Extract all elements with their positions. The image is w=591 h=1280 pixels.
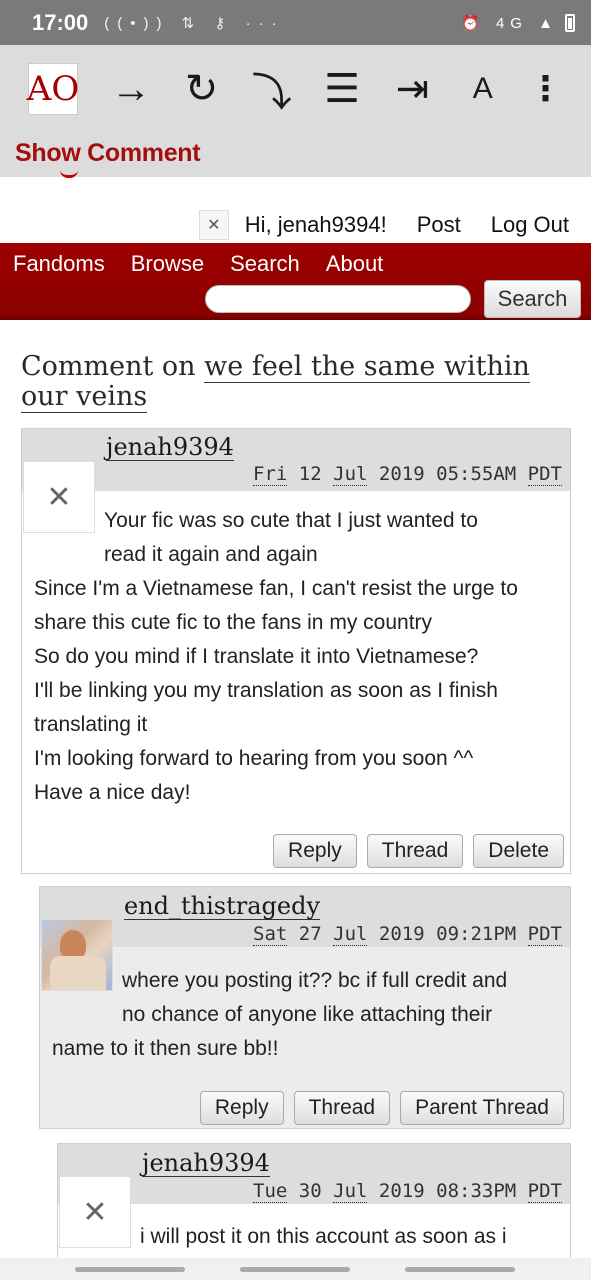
user-nav: ✕ Hi, jenah9394! Post Log Out (0, 205, 591, 245)
comment-line: translating it (34, 713, 148, 736)
nav-browse[interactable]: Browse (131, 251, 204, 277)
forward-arrow-icon[interactable]: → (96, 59, 166, 119)
comment-line: share this cute fic to the fans in my co… (34, 611, 433, 634)
comment-username[interactable]: end_thistragedy (124, 893, 321, 920)
system-icons: ⏰ 4G ▲ (461, 13, 575, 32)
date-date: 27 (298, 923, 322, 945)
greeting-link[interactable]: Hi, jenah9394! (245, 212, 387, 238)
avatar-icon[interactable]: ✕ (59, 1176, 131, 1248)
date-month: Jul (333, 923, 368, 946)
comment-line: I'll be linking you my translation as so… (34, 679, 498, 702)
date-month: Jul (333, 1180, 368, 1203)
date-year: 2019 (378, 463, 425, 485)
date-year: 2019 (378, 1180, 425, 1202)
nav-about[interactable]: About (326, 251, 384, 277)
nav-search[interactable]: Search (230, 251, 300, 277)
comment: end_thistragedy Sat 27 Jul 2019 09:21PM … (39, 886, 571, 1129)
comment-line: i will post it on this account as soon a… (140, 1225, 507, 1248)
comment-line: So do you mind if I translate it into Vi… (34, 645, 479, 668)
show-comment-button[interactable]: Show Comment (15, 139, 201, 167)
user-icon[interactable]: ✕ (198, 210, 229, 240)
reply-button[interactable]: Reply (273, 834, 357, 868)
main-menu: Fandoms Browse Search About (13, 251, 383, 277)
notification-icons: ((•)) ⇅ ⚷ ··· (104, 14, 285, 32)
parent-thread-button[interactable]: Parent Thread (400, 1091, 564, 1125)
comment-date: Fri 12 Jul 2019 05:55AM PDT (253, 463, 562, 486)
delete-button[interactable]: Delete (473, 834, 564, 868)
date-day: Tue (253, 1180, 288, 1203)
comment-line: Your fic was so cute that I just wanted … (104, 509, 478, 532)
font-size-icon[interactable]: A (448, 59, 518, 119)
comment-body: Your fic was so cute that I just wanted … (104, 504, 564, 572)
comment-line: where you posting it?? bc if full credit… (122, 969, 508, 992)
date-day: Fri (253, 463, 288, 486)
browser-toolbar: AO → ↻ ⤵ ☰ ⇥ A ⋮ (0, 45, 591, 133)
gesture-bar (0, 1258, 591, 1280)
list-icon[interactable]: ☰ (307, 59, 377, 119)
comment: jenah9394 Fri 12 Jul 2019 05:55AM PDT ✕ … (21, 428, 571, 874)
comment-body-continued: name to it then sure bb!! (52, 1032, 564, 1066)
comment-body: where you posting it?? bc if full credit… (122, 964, 566, 1032)
nav-pill (75, 1267, 185, 1272)
date-date: 12 (298, 463, 322, 485)
nav-fandoms[interactable]: Fandoms (13, 251, 105, 277)
nav-pill (240, 1267, 350, 1272)
comment-line: name to it then sure bb!! (52, 1037, 279, 1060)
reload-icon[interactable]: ↻ (166, 59, 236, 119)
date-date: 30 (298, 1180, 322, 1202)
post-link[interactable]: Post (417, 212, 461, 238)
comment-body: i will post it on this account as soon a… (140, 1220, 566, 1254)
comment-actions: Reply Thread Parent Thread (199, 1091, 564, 1125)
date-year: 2019 (378, 923, 425, 945)
search-button[interactable]: Search (484, 280, 581, 318)
logout-link[interactable]: Log Out (491, 212, 569, 238)
date-tz: PDT (527, 463, 562, 486)
date-month: Jul (333, 463, 368, 486)
clock: 17:00 (32, 9, 89, 35)
comment-line: Since I'm a Vietnamese fan, I can't resi… (34, 577, 518, 600)
date-time: 08:33PM (436, 1180, 517, 1202)
avatar[interactable] (41, 919, 113, 991)
page-title: Comment on we feel the same within our v… (21, 351, 571, 413)
ao3-logo-icon[interactable]: AO (27, 63, 79, 115)
indent-icon[interactable]: ⇥ (377, 59, 447, 119)
comment-line: I'm looking forward to hearing from you … (34, 747, 474, 770)
step-over-icon[interactable]: ⤵ (237, 59, 307, 119)
heading-prefix: Comment on (21, 351, 205, 382)
comment-line: no chance of anyone like attaching their (122, 1003, 493, 1026)
thread-button[interactable]: Thread (366, 834, 464, 868)
comment-username[interactable]: jenah9394 (106, 434, 234, 461)
comment-line: Have a nice day! (34, 781, 191, 804)
show-comment-bar: Show Comment (0, 133, 591, 177)
date-time: 09:21PM (436, 923, 517, 945)
reply-button[interactable]: Reply (199, 1091, 284, 1125)
date-tz: PDT (527, 923, 562, 946)
comment-actions: Reply Thread Delete (273, 834, 564, 868)
date-day: Sat (253, 923, 288, 946)
more-vert-icon[interactable]: ⋮ (528, 59, 563, 119)
comment-line: read it again and again (104, 543, 318, 566)
thread-button[interactable]: Thread (293, 1091, 391, 1125)
date-time: 05:55AM (436, 463, 517, 485)
avatar-icon[interactable]: ✕ (23, 461, 95, 533)
date-tz: PDT (527, 1180, 562, 1203)
status-bar: 17:00 ((•)) ⇅ ⚷ ··· ⏰ 4G ▲ (0, 0, 591, 45)
search-input[interactable] (205, 285, 471, 313)
comment-body-continued: Since I'm a Vietnamese fan, I can't resi… (34, 572, 564, 810)
main-nav: Fandoms Browse Search About Search (0, 243, 591, 320)
battery-icon (565, 13, 575, 32)
nav-pill (405, 1267, 515, 1272)
comment-username[interactable]: jenah9394 (142, 1150, 270, 1177)
comment-date: Sat 27 Jul 2019 09:21PM PDT (253, 923, 562, 946)
alarm-4g-signal-icons: ⏰ 4G ▲ (461, 14, 559, 32)
comment-date: Tue 30 Jul 2019 08:33PM PDT (253, 1180, 562, 1203)
